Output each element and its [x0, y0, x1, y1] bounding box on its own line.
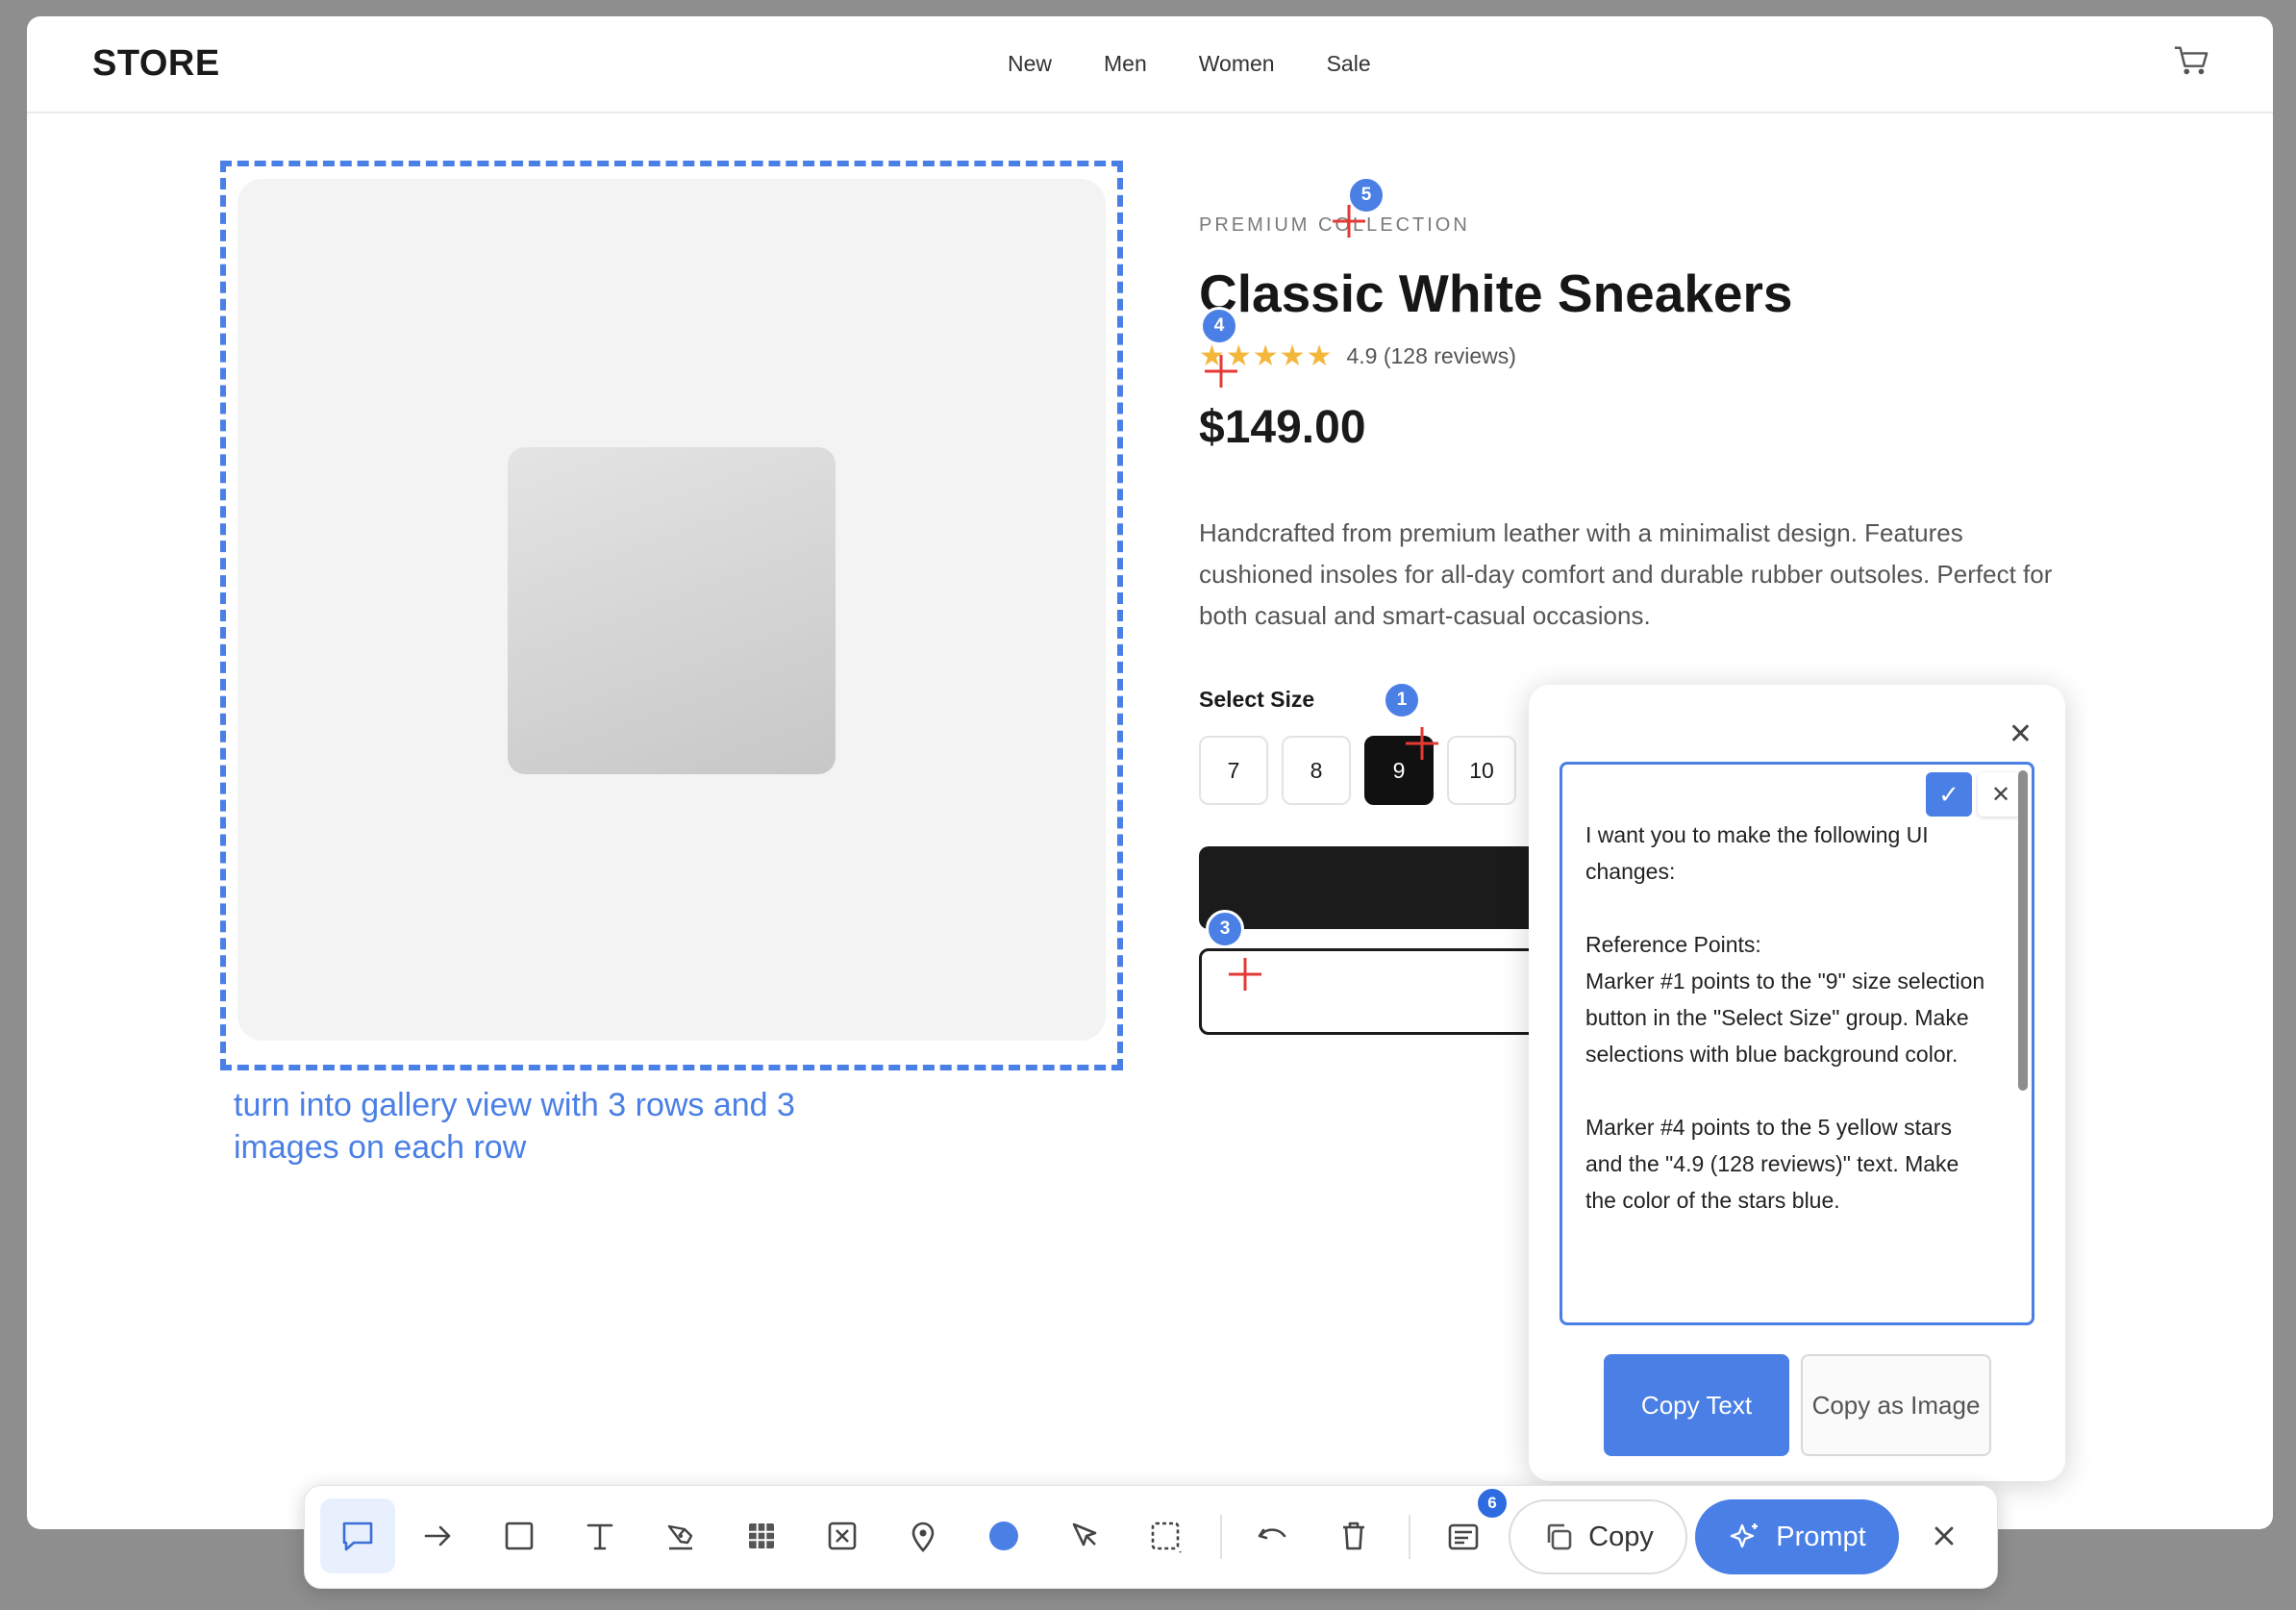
nav-links: New Men Women Sale [1008, 51, 1371, 77]
comment-icon [342, 1522, 373, 1551]
prompt-text[interactable]: I want you to make the following UI chan… [1585, 817, 1989, 1219]
rectangle-tool[interactable] [482, 1498, 557, 1573]
prompt-scrollbar[interactable] [2018, 770, 2028, 1091]
nav-link-sale[interactable]: Sale [1327, 51, 1371, 77]
undo-icon [1258, 1528, 1286, 1540]
copy-icon [1547, 1523, 1572, 1550]
prompt-button[interactable]: Prompt [1695, 1499, 1899, 1574]
comment-tool[interactable] [320, 1498, 395, 1573]
dashed-selection-icon [1151, 1522, 1182, 1553]
size-selector: 7 8 9 10 [1199, 736, 1516, 805]
store-logo[interactable]: STORE [92, 43, 220, 85]
delete-button[interactable] [1316, 1498, 1391, 1573]
product-title: Classic White Sneakers [1199, 264, 1793, 323]
cursor-icon [1072, 1522, 1097, 1547]
layers-list-icon [1448, 1523, 1479, 1550]
arrow-tool[interactable] [401, 1498, 476, 1573]
marker-4-crosshair-icon [1205, 355, 1237, 388]
arrow-right-icon [424, 1525, 451, 1547]
panel-close-icon[interactable]: ✕ [2009, 717, 2033, 751]
annotation-count-badge: 6 [1476, 1487, 1509, 1520]
annotation-selection-frame[interactable] [220, 161, 1123, 1070]
prompt-panel: ✕ ✓ ✕ I want you to make the following U… [1529, 685, 2065, 1481]
text-tool[interactable] [562, 1498, 637, 1573]
product-description: Handcrafted from premium leather with a … [1199, 518, 2053, 630]
nav-link-women[interactable]: Women [1199, 51, 1275, 77]
product-image-container [237, 179, 1106, 1041]
color-picker[interactable] [966, 1498, 1041, 1573]
annotation-toolbar: 6 Copy Prompt [304, 1485, 1998, 1589]
annotation-note[interactable]: turn into gallery view with 3 rows and 3… [234, 1084, 849, 1169]
select-tool[interactable] [1047, 1498, 1122, 1573]
region-select-tool[interactable] [1128, 1498, 1203, 1573]
copy-as-image-button[interactable]: Copy as Image [1801, 1354, 1991, 1456]
marker-3-crosshair-icon [1229, 958, 1261, 991]
rating-text: 4.9 (128 reviews) [1346, 343, 1516, 368]
rectangle-icon [505, 1522, 534, 1550]
color-swatch-icon [989, 1522, 1018, 1550]
copy-button[interactable]: Copy [1509, 1499, 1687, 1574]
cart-icon[interactable] [2173, 43, 2209, 78]
marker-5-crosshair-icon [1333, 205, 1365, 238]
marker-1[interactable]: 1 [1383, 681, 1421, 719]
size-option-8[interactable]: 8 [1282, 736, 1351, 805]
prompt-editor[interactable]: ✓ ✕ I want you to make the following UI … [1560, 762, 2034, 1325]
close-icon [1934, 1526, 1954, 1546]
nav-link-men[interactable]: Men [1104, 51, 1147, 77]
size-option-7[interactable]: 7 [1199, 736, 1268, 805]
toolbar-divider [1220, 1515, 1222, 1559]
toolbar-divider [1409, 1515, 1410, 1559]
close-toolbar-button[interactable] [1907, 1498, 1982, 1573]
marker-4[interactable]: 4 [1200, 307, 1238, 345]
product-rating: ★★★★★ 4.9 (128 reviews) [1199, 340, 1516, 373]
pen-icon [667, 1524, 693, 1550]
pen-tool[interactable] [643, 1498, 718, 1573]
marker-1-crosshair-icon [1406, 727, 1438, 760]
grid-icon [749, 1523, 774, 1548]
sparkles-icon [1731, 1523, 1759, 1548]
copy-button-label: Copy [1588, 1521, 1654, 1552]
blur-box-icon [828, 1522, 857, 1550]
pin-tool[interactable] [886, 1498, 961, 1573]
top-navigation: STORE New Men Women Sale [27, 16, 2273, 113]
copy-text-button[interactable]: Copy Text [1604, 1354, 1789, 1456]
product-price: $149.00 [1199, 402, 1366, 453]
prompt-button-label: Prompt [1776, 1521, 1866, 1552]
nav-link-new[interactable]: New [1008, 51, 1052, 77]
trash-icon [1343, 1522, 1364, 1550]
size-option-10[interactable]: 10 [1447, 736, 1516, 805]
undo-button[interactable] [1235, 1498, 1310, 1573]
grid-tool[interactable] [724, 1498, 799, 1573]
product-image-placeholder [508, 447, 836, 774]
size-label: Select Size [1199, 687, 1315, 712]
map-pin-icon [911, 1522, 935, 1552]
marker-3[interactable]: 3 [1206, 910, 1244, 948]
cancel-edit-button[interactable]: ✕ [1978, 772, 2024, 817]
confirm-edit-button[interactable]: ✓ [1926, 772, 1972, 817]
text-icon [586, 1523, 613, 1550]
annotations-list-button[interactable]: 6 [1426, 1487, 1509, 1573]
blur-tool[interactable] [805, 1498, 880, 1573]
